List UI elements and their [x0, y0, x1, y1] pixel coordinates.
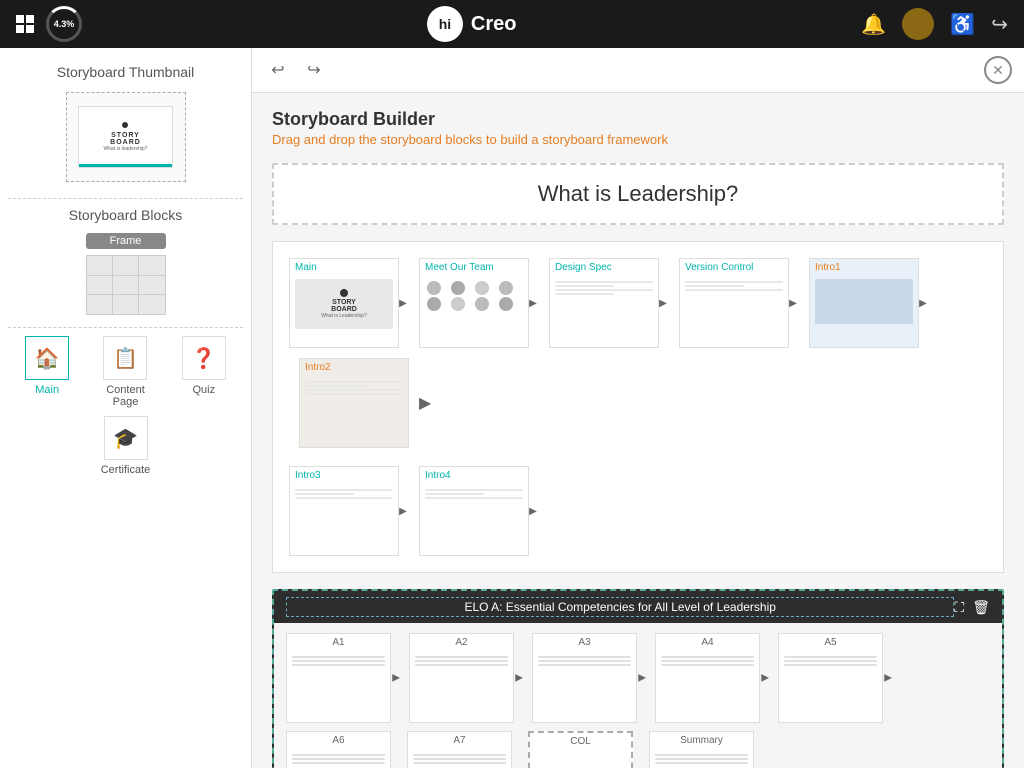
sb-card-intro3[interactable]: Intro3 ▶: [289, 466, 399, 556]
blocks-section-title: Storyboard Blocks: [8, 207, 243, 223]
sb-card-version-title: Version Control: [680, 259, 788, 276]
builder-area: Storyboard Builder Drag and drop the sto…: [252, 93, 1024, 768]
quiz-block-label: Quiz: [193, 384, 216, 396]
thumbnail-inner: STORY BOARD What is leadership?: [67, 93, 185, 181]
notification-icon[interactable]: 🔔: [861, 12, 886, 37]
close-button[interactable]: ✕: [984, 56, 1012, 84]
sb-card-design-arrow: ▶: [658, 298, 668, 308]
block-quiz[interactable]: ❓ Quiz: [174, 336, 234, 408]
sb-card-intro1-title: Intro1: [810, 259, 918, 276]
thumbnail-section-title: Storyboard Thumbnail: [8, 64, 243, 80]
toolbar-left: ↩ ↪: [264, 56, 328, 84]
app-name: Creo: [471, 13, 517, 36]
elo-a4-arrow: ▶: [761, 673, 769, 684]
course-title: What is Leadership?: [538, 181, 739, 206]
certificate-block-label: Certificate: [101, 464, 151, 476]
sidebar-divider-1: [8, 198, 243, 199]
sidebar-divider-2: [8, 327, 243, 328]
blocks-row-2: 🎓 Certificate: [8, 416, 243, 476]
elo-section: ELO A: Essential Competencies for All Le…: [272, 589, 1004, 768]
course-title-box[interactable]: What is Leadership?: [272, 163, 1004, 225]
elo-actions: ⛶ 🗑: [954, 599, 990, 616]
certificate-block-icon: 🎓: [104, 416, 148, 460]
sb-card-meet-team[interactable]: Meet Our Team: [419, 258, 529, 348]
thumbnail-preview: STORY BOARD What is leadership?: [78, 106, 172, 168]
elo-delete-icon[interactable]: 🗑: [972, 599, 990, 616]
elo-card-a5[interactable]: A5 ▶: [778, 633, 883, 723]
sb-card-main-arrow: ▶: [398, 298, 408, 308]
thumbnail-bar: [79, 164, 171, 167]
elo-header: ELO A: Essential Competencies for All Le…: [274, 591, 1002, 623]
logout-icon[interactable]: ↪: [991, 12, 1008, 37]
elo-card-a6[interactable]: A6 ▶: [286, 731, 391, 768]
elo-card-a1[interactable]: A1 ▶: [286, 633, 391, 723]
user-avatar[interactable]: [902, 8, 934, 40]
storyboard-thumbnail: STORY BOARD What is leadership?: [66, 92, 186, 182]
sb-card-intro1-arrow: ▶: [918, 298, 928, 308]
builder-title: Storyboard Builder: [272, 109, 1004, 130]
sb-card-intro3-title: Intro3: [290, 467, 398, 484]
sb-card-main-title: Main: [290, 259, 398, 276]
sb-card-team-arrow: ▶: [528, 298, 538, 308]
nav-right: 🔔 ♿ ↪: [861, 8, 1008, 40]
elo-card-a3[interactable]: A3 ▶: [532, 633, 637, 723]
accessibility-icon[interactable]: ♿: [950, 12, 975, 37]
block-content-page[interactable]: 📋 Content Page: [95, 336, 155, 408]
main-block-label: Main: [35, 384, 59, 396]
content-page-block-label: Content Page: [95, 384, 155, 408]
elo-card-col[interactable]: COL ? ▶: [528, 731, 633, 768]
sb-card-intro4-arrow: ▶: [528, 506, 538, 516]
main-block-icon: 🏠: [25, 336, 69, 380]
builder-header: Storyboard Builder Drag and drop the sto…: [272, 109, 1004, 147]
frame-label: Frame: [86, 233, 166, 249]
elo-a2-arrow: ▶: [515, 673, 523, 684]
hi-badge: hi: [427, 6, 463, 42]
elo-card-a7[interactable]: A7 ▶: [407, 731, 512, 768]
undo-button[interactable]: ↩: [264, 56, 292, 84]
top-navigation: 4.3% hi Creo 🔔 ♿ ↪: [0, 0, 1024, 48]
sb-card-version-control[interactable]: Version Control ▶: [679, 258, 789, 348]
more-cards-arrow[interactable]: ▶: [415, 393, 435, 413]
mini-dot: [122, 122, 128, 128]
sb-card-intro4-title: Intro4: [420, 467, 528, 484]
sb-card-intro1[interactable]: Intro1 ▶: [809, 258, 919, 348]
content-page-block-icon: 📋: [103, 336, 147, 380]
sb-card-main-body: STORY BOARD What is Leadership?: [290, 276, 398, 347]
sb-card-design-spec[interactable]: Design Spec ▶: [549, 258, 659, 348]
main-layout: Storyboard Thumbnail STORY BOARD What is…: [0, 48, 1024, 768]
elo-a5-arrow: ▶: [884, 673, 892, 684]
frame-grid: [86, 255, 166, 315]
block-main[interactable]: 🏠 Main: [17, 336, 77, 408]
elo-card-summary[interactable]: Summary: [649, 731, 754, 768]
sb-card-intro4[interactable]: Intro4 ▶: [419, 466, 529, 556]
elo-a3-arrow: ▶: [638, 673, 646, 684]
elo-a1-arrow: ▶: [392, 673, 400, 684]
quiz-block-icon: ❓: [182, 336, 226, 380]
sb-card-intro2[interactable]: Intro2: [299, 358, 409, 448]
sb-card-design-spec-title: Design Spec: [550, 259, 658, 276]
grid-icon[interactable]: [16, 15, 34, 33]
app-logo: hi Creo: [427, 6, 517, 42]
elo-title: ELO A: Essential Competencies for All Le…: [286, 597, 954, 617]
elo-card-a4[interactable]: A4 ▶: [655, 633, 760, 723]
sb-card-intro3-arrow: ▶: [398, 506, 408, 516]
sb-card-main[interactable]: Main STORY BOARD What is Leadership?: [289, 258, 399, 348]
toolbar: ↩ ↪ ✕: [252, 48, 1024, 93]
sb-card-meet-team-title: Meet Our Team: [420, 259, 528, 276]
redo-button[interactable]: ↪: [300, 56, 328, 84]
sidebar: Storyboard Thumbnail STORY BOARD What is…: [0, 48, 252, 768]
content-area: ↩ ↪ ✕ Storyboard Builder Drag and drop t…: [252, 48, 1024, 768]
nav-left: 4.3%: [16, 6, 82, 42]
builder-subtitle: Drag and drop the storyboard blocks to b…: [272, 132, 1004, 147]
elo-expand-icon[interactable]: ⛶: [954, 599, 964, 616]
blocks-row-1: 🏠 Main 📋 Content Page ❓ Quiz: [8, 336, 243, 408]
sb-card-version-arrow: ▶: [788, 298, 798, 308]
elo-card-a2[interactable]: A2 ▶: [409, 633, 514, 723]
progress-indicator: 4.3%: [46, 6, 82, 42]
elo-grid: A1 ▶ A2: [274, 623, 1002, 768]
block-certificate[interactable]: 🎓 Certificate: [96, 416, 156, 476]
sb-card-intro2-title: Intro2: [300, 359, 408, 376]
